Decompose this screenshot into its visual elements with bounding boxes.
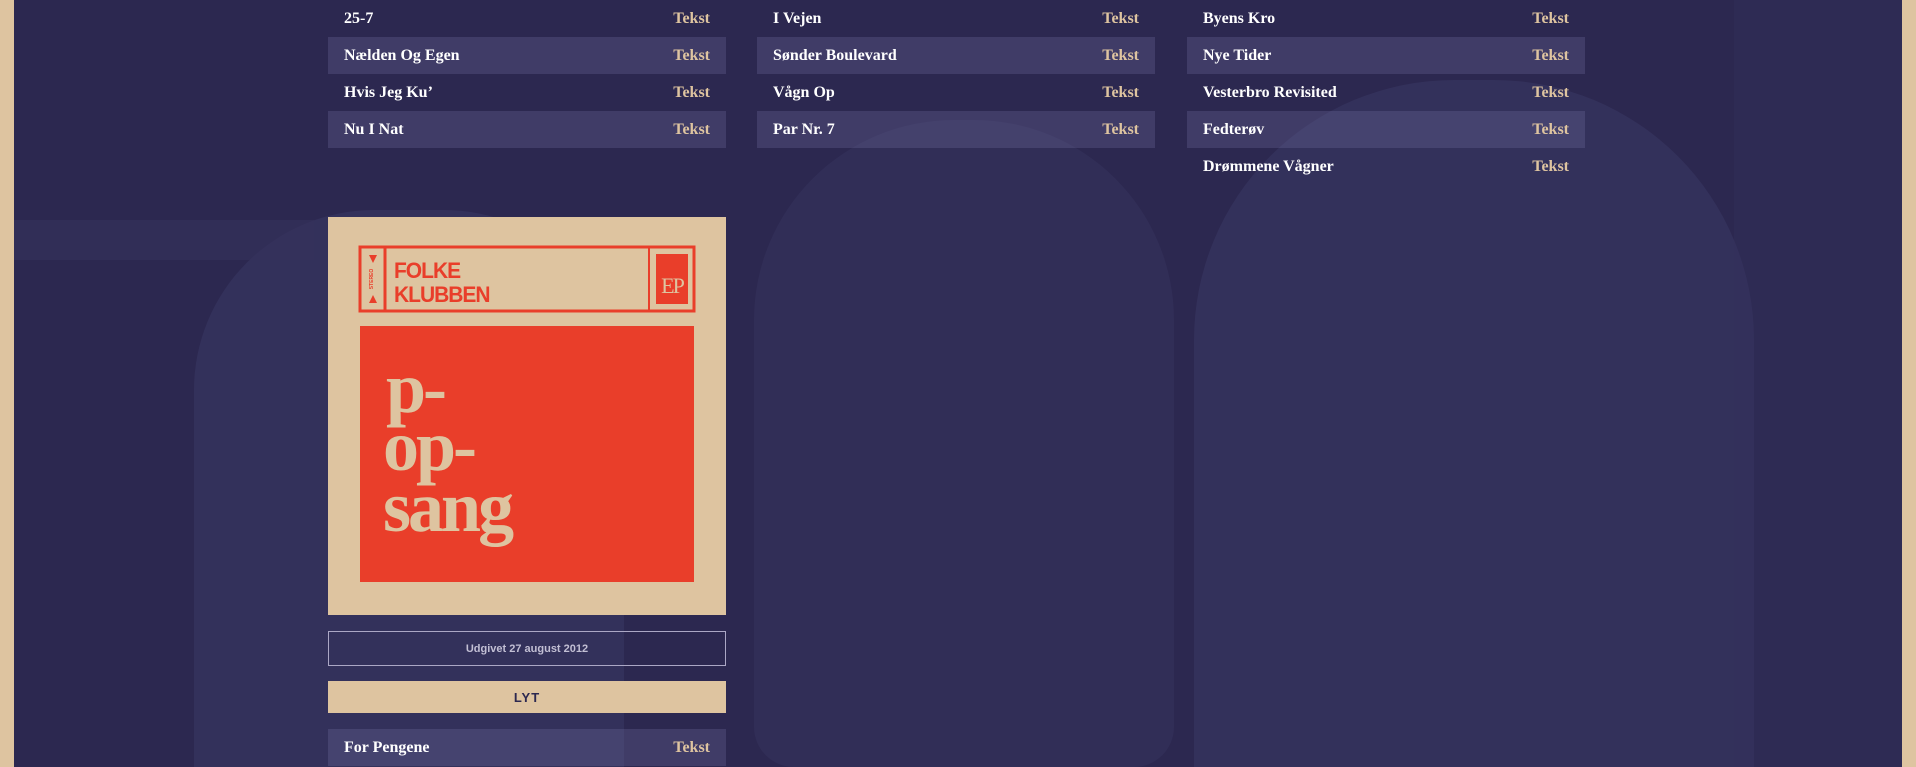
lyrics-link[interactable]: Tekst [1102,84,1139,102]
track-row: Par Nr. 7 Tekst [757,111,1155,148]
track-title: Byens Kro [1203,9,1276,27]
lyrics-link[interactable]: Tekst [1102,47,1139,65]
track-row: I Vejen Tekst [757,0,1155,37]
photo-figure-center [754,120,1174,767]
lyrics-link[interactable]: Tekst [1532,121,1569,139]
track-title: Fedterøv [1203,120,1265,138]
track-row: Nælden Og Egen Tekst [328,37,726,74]
track-row: Byens Kro Tekst [1187,0,1585,37]
lyrics-link[interactable]: Tekst [673,10,710,28]
photo-shelf [14,220,314,260]
lyrics-link[interactable]: Tekst [673,84,710,102]
album-cover[interactable]: STEREO FOLKE KLUBBEN EP p- op- sang [328,217,726,615]
track-title: 25-7 [344,9,374,27]
svg-text:FOLKE: FOLKE [394,258,461,283]
track-row: Drømmene Vågner Tekst [1187,148,1585,185]
lyrics-link[interactable]: Tekst [1532,84,1569,102]
lyrics-link[interactable]: Tekst [1532,158,1569,176]
lyrics-link[interactable]: Tekst [673,739,710,757]
track-title: Nu I Nat [344,120,404,138]
track-title: I Vejen [773,9,822,27]
lyrics-link[interactable]: Tekst [673,121,710,139]
photo-window [1734,0,1902,767]
lyrics-link[interactable]: Tekst [1532,10,1569,28]
track-title: Drømmene Vågner [1203,157,1334,175]
track-title: Par Nr. 7 [773,120,835,138]
track-title: Hvis Jeg Ku’ [344,83,433,101]
track-title: Sønder Boulevard [773,46,897,64]
track-title: Vesterbro Revisited [1203,83,1337,101]
lyrics-link[interactable]: Tekst [1102,121,1139,139]
tracklist-column-1: 25-7 Tekst Nælden Og Egen Tekst Hvis Jeg K… [328,0,726,148]
track-row: Vågn Op Tekst [757,74,1155,111]
track-row: Sønder Boulevard Tekst [757,37,1155,74]
listen-button[interactable]: LYT [328,681,726,713]
track-row: Hvis Jeg Ku’ Tekst [328,74,726,111]
track-row: Fedterøv Tekst [1187,111,1585,148]
track-row: For Pengene Tekst [328,729,726,766]
track-row: Nye Tider Tekst [1187,37,1585,74]
lyrics-link[interactable]: Tekst [1532,47,1569,65]
svg-text:STEREO: STEREO [369,269,375,290]
track-row: 25-7 Tekst [328,0,726,37]
svg-text:EP: EP [661,273,684,298]
track-title: Nye Tider [1203,46,1272,64]
lyrics-link[interactable]: Tekst [1102,10,1139,28]
release-date: Udgivet 27 august 2012 [328,631,726,666]
page-background: 25-7 Tekst Nælden Og Egen Tekst Hvis Jeg K… [14,0,1902,767]
track-row: Nu I Nat Tekst [328,111,726,148]
tracklist-column-3: Byens Kro Tekst Nye Tider Tekst Vesterbro … [1187,0,1585,185]
album-cover-art: STEREO FOLKE KLUBBEN EP p- op- sang [358,245,696,582]
svg-text:sang: sang [383,467,514,547]
svg-text:KLUBBEN: KLUBBEN [394,283,490,308]
track-title: For Pengene [344,738,430,756]
tracklist-column-2: I Vejen Tekst Sønder Boulevard Tekst Vågn … [757,0,1155,148]
lyrics-link[interactable]: Tekst [673,47,710,65]
track-row: Vesterbro Revisited Tekst [1187,74,1585,111]
track-title: Nælden Og Egen [344,46,460,64]
album-tracklist: For Pengene Tekst [328,729,726,766]
track-title: Vågn Op [773,83,835,101]
